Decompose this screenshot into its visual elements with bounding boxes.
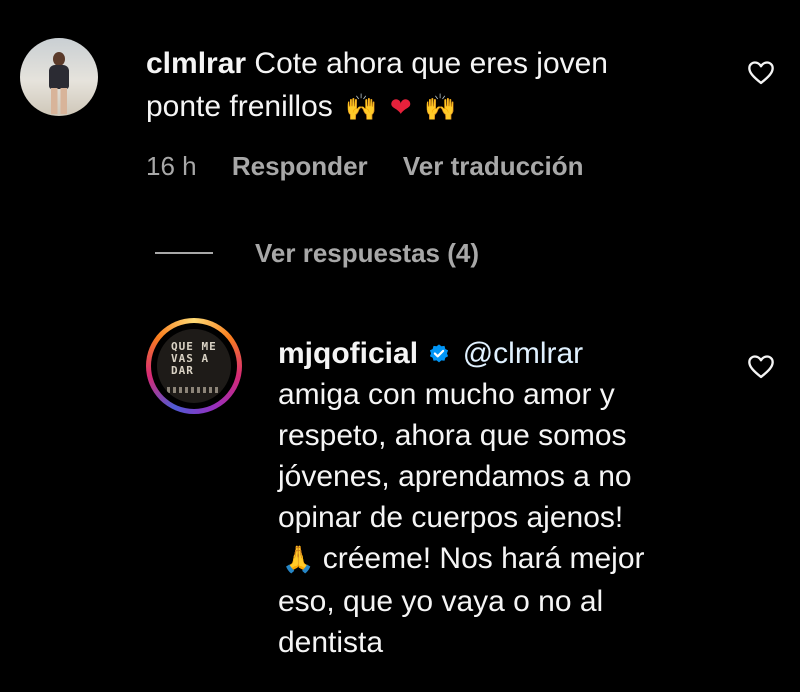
comment-meta: 16 h Responder Ver traducción <box>146 148 612 184</box>
reply-text-line3: jóvenes, aprendamos a no <box>278 460 632 493</box>
reply-text-line7: dentista <box>278 626 384 659</box>
avatar[interactable] <box>20 38 98 116</box>
reply-text-line4: opinar de cuerpos ajenos! <box>278 501 624 534</box>
folded-hands-emoji-icon: 🙏 <box>282 545 315 575</box>
avatar-logo-text: QUE ME VAS A DAR <box>171 340 217 377</box>
comment-body: clmlrar Cote ahora que eres joven ponte … <box>146 42 706 130</box>
verified-badge-icon <box>430 344 449 363</box>
avatar-logo-band <box>167 387 221 393</box>
reply-username[interactable]: mjqoficial <box>278 337 418 370</box>
avatar-story-ring[interactable]: QUE ME VAS A DAR <box>146 318 242 414</box>
raising-hands-emoji-icon: 🙌 <box>345 93 378 123</box>
avatar-photo-head <box>53 52 65 66</box>
comment-username[interactable]: clmlrar <box>146 47 246 80</box>
reply-text-line2: respeto, ahora que somos <box>278 419 627 452</box>
view-replies-toggle[interactable]: Ver respuestas (4) <box>155 235 479 271</box>
raising-hands-emoji-icon: 🙌 <box>424 93 457 123</box>
comment-timestamp: 16 h <box>146 151 197 181</box>
reply-text-line6: eso, que yo vaya o no al <box>278 585 604 618</box>
reply-text-line1: amiga con mucho amor y <box>278 378 615 411</box>
view-replies-label[interactable]: Ver respuestas (4) <box>255 238 479 269</box>
avatar: QUE ME VAS A DAR <box>151 323 237 409</box>
heart-outline-icon[interactable] <box>746 59 776 87</box>
avatar-logo: QUE ME VAS A DAR <box>157 329 231 403</box>
red-heart-emoji-icon: ❤ <box>389 93 412 123</box>
translate-button[interactable]: Ver traducción <box>403 151 584 181</box>
comment-text-line2: ponte frenillos <box>146 90 333 123</box>
heart-outline-icon[interactable] <box>746 353 776 381</box>
reply-body: mjqoficial @clmlrar amiga con mucho amor… <box>278 333 718 663</box>
avatar-photo-legs <box>51 88 67 114</box>
reply-text-line5: créeme! Nos hará mejor <box>322 542 645 575</box>
replies-divider <box>155 252 213 254</box>
comment-text-line1: Cote ahora que eres joven <box>254 47 608 80</box>
mention-link[interactable]: @clmlrar <box>463 337 583 370</box>
avatar-photo-body <box>49 65 69 89</box>
reply-button[interactable]: Responder <box>232 151 368 181</box>
